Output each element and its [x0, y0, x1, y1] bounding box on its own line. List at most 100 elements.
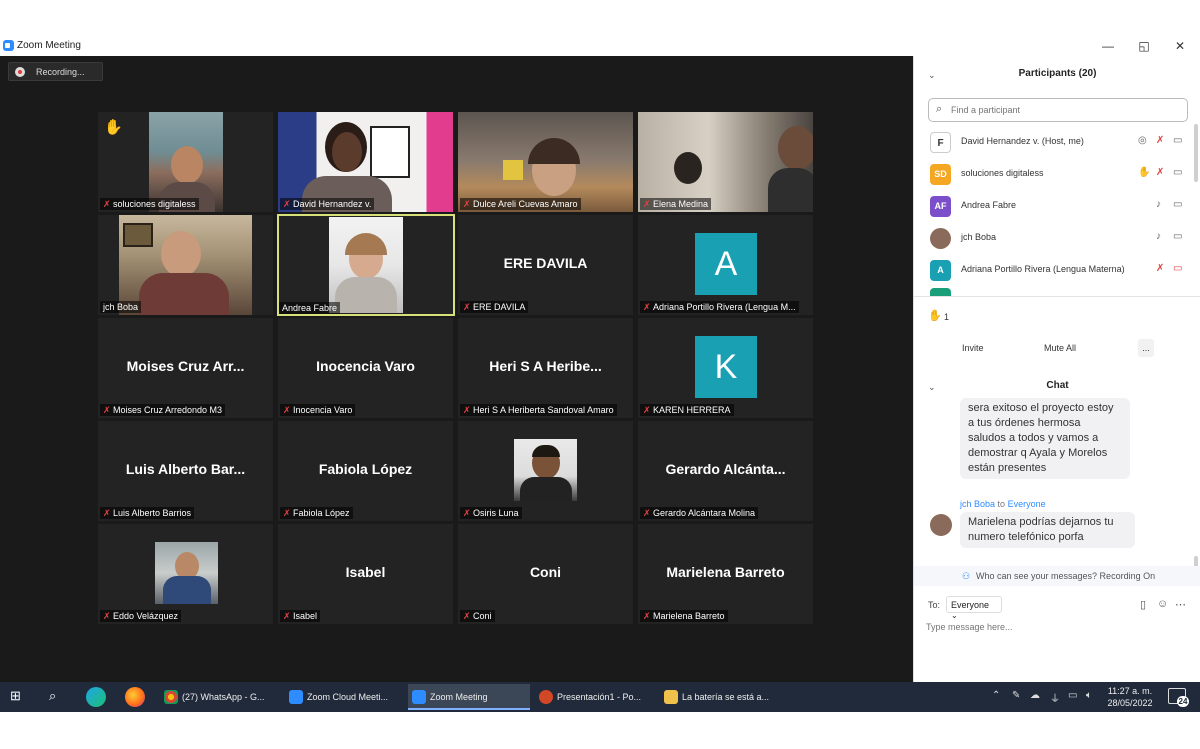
maximize-button[interactable]: ◱: [1136, 39, 1152, 53]
participant-label: ✗ Osiris Luna: [460, 507, 522, 519]
taskbar-app-notification[interactable]: La batería se está a...: [660, 684, 785, 710]
participant-row[interactable]: AF Andrea Fabre ♪ ▭: [928, 192, 1190, 218]
video-tile[interactable]: Fabiola López ✗ Fabiola López: [278, 421, 453, 521]
muted-mic-icon[interactable]: ✗: [1156, 135, 1164, 146]
close-button[interactable]: ✕: [1172, 39, 1188, 53]
video-tile[interactable]: Moises Cruz Arr... ✗ Moises Cruz Arredond…: [98, 318, 273, 418]
participant-video: [458, 112, 633, 212]
taskbar-app-powerpoint[interactable]: Presentación1 - Po...: [535, 684, 655, 710]
muted-mic-icon: ✗: [103, 611, 111, 621]
chat-header: ⌄ Chat: [928, 380, 1069, 393]
participant-avatar: K: [695, 336, 757, 398]
participant-row[interactable]: F David Hernandez v. (Host, me) ◎ ✗ ▭: [928, 128, 1190, 154]
search-input[interactable]: [951, 102, 1181, 118]
participant-label: ✗ David Hernandez v.: [280, 198, 375, 210]
video-tile[interactable]: Inocencia Varo ✗ Inocencia Varo: [278, 318, 453, 418]
search-icon[interactable]: ⌕: [49, 688, 56, 712]
volume-icon[interactable]: 🔈︎: [1086, 690, 1092, 701]
privacy-notice[interactable]: ⚇ Who can see your messages? Recording O…: [914, 566, 1200, 586]
muted-mic-icon: ✗: [463, 302, 471, 312]
video-tile[interactable]: ✋ ✗ soluciones digitaless: [98, 112, 273, 212]
cloud-icon[interactable]: ☁: [1030, 690, 1040, 701]
participant-label: ✗ Luis Alberto Barrios: [100, 507, 195, 519]
recipient-select[interactable]: Everyone ⌄: [946, 596, 1002, 620]
raised-hand-icon: ✋: [928, 310, 942, 322]
mic-icon[interactable]: ♪: [1156, 199, 1161, 210]
video-tile[interactable]: jch Boba: [98, 215, 273, 315]
firefox-icon[interactable]: [125, 687, 145, 707]
zoom-logo-icon: [3, 40, 14, 51]
participant-name: jch Boba: [961, 232, 997, 242]
video-tile[interactable]: ✗ Elena Medina: [638, 112, 813, 212]
chat-sender: jch Boba to Everyone: [960, 499, 1046, 509]
chevron-down-icon[interactable]: ⌄: [928, 70, 936, 81]
chrome-icon: [164, 690, 178, 704]
muted-mic-icon[interactable]: ✗: [1156, 167, 1164, 178]
participant-avatar: A: [930, 260, 951, 281]
video-tile[interactable]: ✗ Osiris Luna: [458, 421, 633, 521]
more-icon[interactable]: ⋯: [1175, 598, 1186, 611]
participants-scrollbar[interactable]: [1194, 124, 1198, 182]
participants-header: ⌄ Participants (20): [928, 68, 1097, 81]
video-tile[interactable]: Marielena Barreto ✗ Marielena Barreto: [638, 524, 813, 624]
video-tile[interactable]: K ✗ KAREN HERRERA: [638, 318, 813, 418]
zoom-icon: [412, 690, 426, 704]
taskbar-app-zoom-cloud[interactable]: Zoom Cloud Meeti...: [285, 684, 403, 710]
taskbar-app-zoom-meeting[interactable]: Zoom Meeting: [408, 684, 530, 710]
muted-mic-icon: ✗: [463, 199, 471, 209]
pen-icon[interactable]: ✎: [1012, 690, 1020, 701]
invite-button[interactable]: Invite: [962, 339, 984, 357]
participant-label: ✗ Heri S A Heriberta Sandoval Amaro: [460, 404, 617, 416]
participant-avatar-partial: [930, 288, 951, 296]
video-tile[interactable]: Gerardo Alcánta... ✗ Gerardo Alcántara Mo…: [638, 421, 813, 521]
recording-indicator[interactable]: Recording...: [8, 62, 103, 81]
camera-icon[interactable]: ▭: [1173, 135, 1182, 146]
more-options-button[interactable]: ...: [1138, 339, 1154, 357]
minimize-button[interactable]: —: [1100, 39, 1116, 53]
taskbar-app-whatsapp[interactable]: (27) WhatsApp - G...: [160, 684, 280, 710]
video-tile[interactable]: ✗ Eddo Velázquez: [98, 524, 273, 624]
video-tile[interactable]: Luis Alberto Bar... ✗ Luis Alberto Barrio…: [98, 421, 273, 521]
participant-avatar: F: [930, 132, 951, 153]
divider: [914, 296, 1200, 297]
clock-date[interactable]: 28/05/2022: [1104, 698, 1156, 708]
camera-off-icon[interactable]: ▭: [1173, 263, 1182, 274]
participant-row[interactable]: A Adriana Portillo Rivera (Lengua Matern…: [928, 256, 1190, 282]
chevron-up-icon[interactable]: ⌃: [992, 690, 1000, 701]
camera-icon[interactable]: ▭: [1173, 199, 1182, 210]
chat-avatar: [930, 514, 952, 536]
video-tile[interactable]: ✗ Dulce Areli Cuevas Amaro: [458, 112, 633, 212]
edge-icon[interactable]: [86, 687, 106, 707]
participant-search[interactable]: ⌕: [928, 98, 1188, 122]
participant-display-name: Marielena Barreto: [666, 564, 785, 580]
chevron-down-icon[interactable]: ⌄: [928, 382, 936, 393]
video-tile[interactable]: ✗ David Hernandez v.: [278, 112, 453, 212]
participant-row[interactable]: jch Boba ♪ ▭: [928, 224, 1190, 250]
video-tile[interactable]: Heri S A Heribe... ✗ Heri S A Heriberta S…: [458, 318, 633, 418]
clock-time[interactable]: 11:27 a. m.: [1106, 686, 1154, 696]
camera-icon[interactable]: ▭: [1173, 231, 1182, 242]
windows-start-icon[interactable]: ⊞: [10, 688, 21, 712]
video-tile[interactable]: Isabel ✗ Isabel: [278, 524, 453, 624]
participant-display-name: Inocencia Varo: [316, 358, 415, 374]
mic-icon[interactable]: ♪: [1156, 231, 1161, 242]
battery-icon[interactable]: ▭: [1068, 690, 1077, 701]
participant-label: ✗ soluciones digitaless: [100, 198, 199, 210]
muted-mic-icon: ✗: [283, 508, 291, 518]
emoji-icon[interactable]: ☺: [1157, 598, 1168, 610]
video-tile[interactable]: Coni ✗ Coni: [458, 524, 633, 624]
usb-icon[interactable]: ⏚: [1050, 690, 1060, 705]
mute-all-button[interactable]: Mute All: [1044, 339, 1077, 357]
muted-mic-icon[interactable]: ✗: [1156, 263, 1164, 274]
participant-row[interactable]: SD soluciones digitaless ✋ ✗ ▭: [928, 160, 1190, 186]
participant-display-name: Gerardo Alcánta...: [665, 461, 786, 477]
muted-mic-icon: ✗: [103, 508, 111, 518]
chat-input[interactable]: [926, 619, 1188, 635]
file-icon[interactable]: ▯: [1140, 598, 1146, 611]
participant-display-name: Fabiola López: [318, 461, 413, 477]
participant-display-name: Isabel: [345, 564, 386, 580]
video-tile[interactable]: ERE DAVILA ✗ ERE DAVILA: [458, 215, 633, 315]
video-tile-active-speaker[interactable]: Andrea Fabre: [277, 214, 455, 316]
camera-icon[interactable]: ▭: [1173, 167, 1182, 178]
video-tile[interactable]: A ✗ Adriana Portillo Rivera (Lengua M...: [638, 215, 813, 315]
